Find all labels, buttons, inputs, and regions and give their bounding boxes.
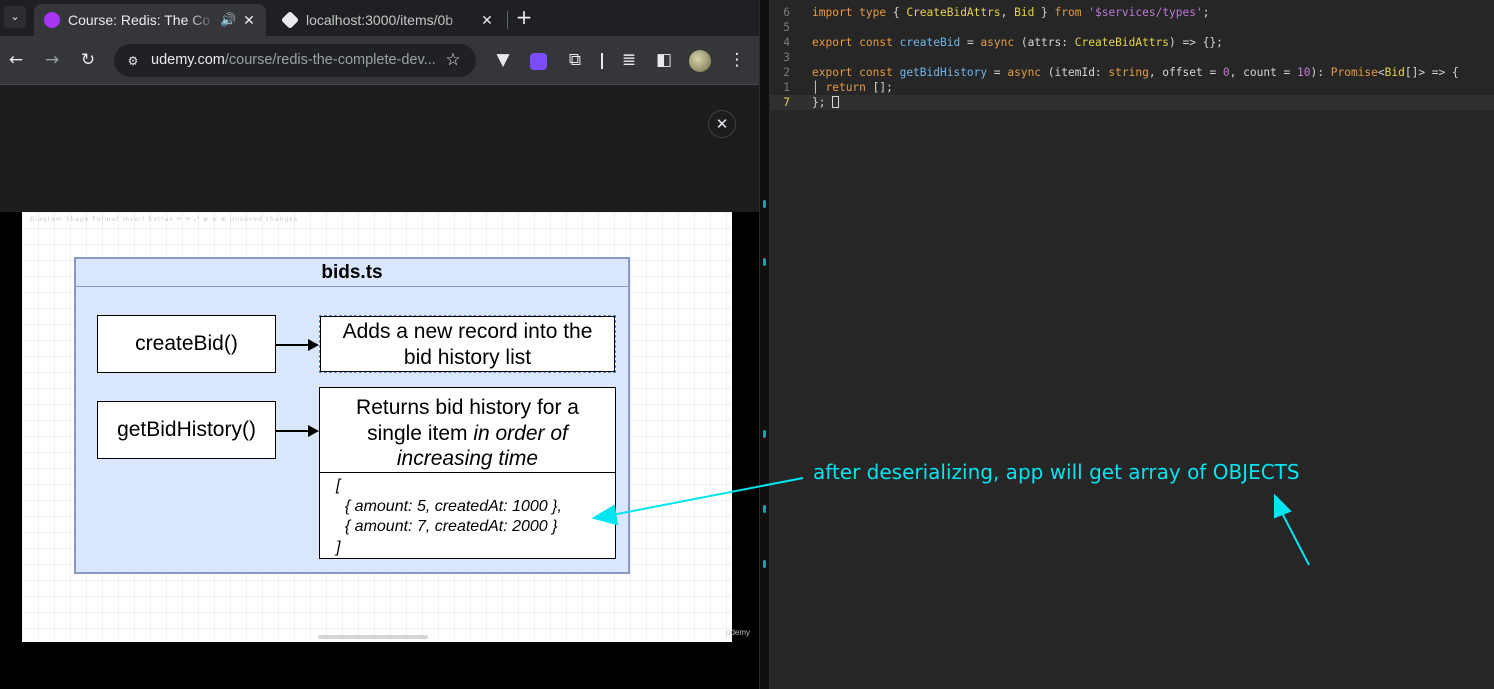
line-code: }; (812, 95, 840, 110)
back-arrow-icon[interactable]: ← (4, 48, 28, 72)
arrow-get-bid-history (276, 425, 319, 437)
code-line[interactable]: 7}; (770, 95, 1494, 110)
line-number: 5 (783, 21, 790, 34)
code-line[interactable]: 6 import type { CreateBidAttrs, Bid } fro… (770, 5, 1494, 20)
profile-avatar[interactable] (689, 50, 711, 72)
code-editor[interactable]: 6 import type { CreateBidAttrs, Bid } fro… (770, 0, 1494, 689)
close-icon[interactable]: ✕ (708, 110, 736, 138)
text-cursor (832, 96, 840, 108)
line-code: export const getBidHistory = async (item… (812, 66, 1459, 79)
annotation-text: after deserializing, app will get array … (813, 460, 1300, 484)
localhost-favicon-icon (280, 10, 300, 30)
side-panel-icon[interactable]: ◧ (652, 48, 676, 72)
create-bid-description: Adds a new record into the bid history l… (319, 315, 616, 373)
purple-extension-icon[interactable] (530, 53, 547, 70)
video-overlay-bar: ✕ (0, 85, 759, 212)
line-number: 1 (783, 81, 790, 94)
line-number: 7 (783, 96, 790, 109)
extensions-puzzle-icon[interactable]: ⧉ (563, 48, 587, 72)
tab-close-icon[interactable]: ✕ (240, 12, 258, 29)
code-line[interactable]: 3 (770, 50, 1494, 65)
tab-close-icon[interactable]: ✕ (478, 12, 496, 29)
line-number: 6 (783, 6, 790, 19)
tab-title: localhost:3000/items/0b (306, 12, 454, 28)
divider-handle (763, 258, 766, 266)
diagram-scrollbar[interactable] (318, 635, 428, 639)
new-tab-plus-icon[interactable]: + (514, 6, 534, 28)
get-bid-history-box: getBidHistory() (97, 401, 276, 459)
line-number: 2 (783, 66, 790, 79)
line-number: 4 (783, 36, 790, 49)
address-bar[interactable]: ⚙ udemy.com/course/redis-the-complete-de… (114, 44, 476, 77)
diagram-title: bids.ts (76, 259, 628, 287)
tab-strip: ⌄ Course: Redis: The Co 🔊 ✕ localhost:30… (0, 0, 759, 36)
vivaldi-extension-icon[interactable]: ▼ (491, 48, 515, 72)
divider-handle (763, 505, 766, 513)
tab-separator (507, 11, 508, 29)
screen: ⌄ Course: Redis: The Co 🔊 ✕ localhost:30… (0, 0, 1494, 689)
speaker-icon[interactable]: 🔊 (220, 12, 236, 28)
code-line[interactable]: 2 export const getBidHistory = async (ite… (770, 65, 1494, 80)
line-code: import type { CreateBidAttrs, Bid } from… (812, 6, 1210, 19)
get-bid-history-description: Returns bid history for a single item in… (319, 387, 616, 474)
code-line[interactable]: 5 (770, 20, 1494, 35)
arrow-create-bid (276, 339, 319, 351)
forward-arrow-icon[interactable]: → (40, 48, 64, 72)
divider-handle (763, 560, 766, 568)
create-bid-box: createBid() (97, 315, 276, 373)
bids-ts-diagram: bids.ts createBid() Adds a new record in… (74, 257, 630, 574)
site-info-icon[interactable]: ⚙ (122, 50, 144, 72)
tab-title: Course: Redis: The Co (68, 12, 211, 28)
bid-history-example: [ { amount: 5, createdAt: 1000 }, { amou… (319, 472, 616, 559)
tab-search-chevron-icon[interactable]: ⌄ (4, 6, 26, 28)
code-line[interactable]: 4 export const createBid = async (attrs: … (770, 35, 1494, 50)
browser-toolbar: ← → ↻ ⚙ udemy.com/course/redis-the-compl… (0, 36, 759, 85)
udemy-watermark: udemy (726, 628, 751, 637)
lecture-video-slide[interactable]: Diagram Shape Format Insert Extras ⟲ ⟳ ⤢… (22, 212, 750, 642)
line-code: │ return []; (812, 81, 893, 94)
diagram-menu-text: Diagram Shape Format Insert Extras ⟲ ⟳ ⤢… (30, 216, 298, 223)
code-line[interactable]: 1 │ return []; (770, 80, 1494, 95)
udemy-favicon-icon (44, 12, 60, 28)
divider-handle (763, 200, 766, 208)
bookmark-star-icon[interactable]: ☆ (442, 49, 464, 71)
media-controls-icon[interactable]: ≣ (617, 48, 641, 72)
udemy-course-page: ✕ Diagram Shape Format Insert Extras ⟲ ⟳… (0, 85, 759, 689)
browser-window: ⌄ Course: Redis: The Co 🔊 ✕ localhost:30… (0, 0, 759, 689)
menu-kebab-icon[interactable]: ⋮ (725, 48, 749, 72)
tab-localhost[interactable]: localhost:3000/items/0b ✕ (272, 4, 504, 36)
url-text[interactable]: udemy.com/course/redis-the-complete-dev.… (151, 52, 441, 68)
reload-icon[interactable]: ↻ (76, 48, 100, 72)
divider-handle (763, 430, 766, 438)
toolbar-divider (601, 53, 603, 69)
tab-udemy-course[interactable]: Course: Redis: The Co 🔊 ✕ (34, 4, 266, 36)
screen-split-divider[interactable] (759, 0, 770, 689)
line-code: export const createBid = async (attrs: C… (812, 36, 1223, 49)
line-number: 3 (783, 51, 790, 64)
